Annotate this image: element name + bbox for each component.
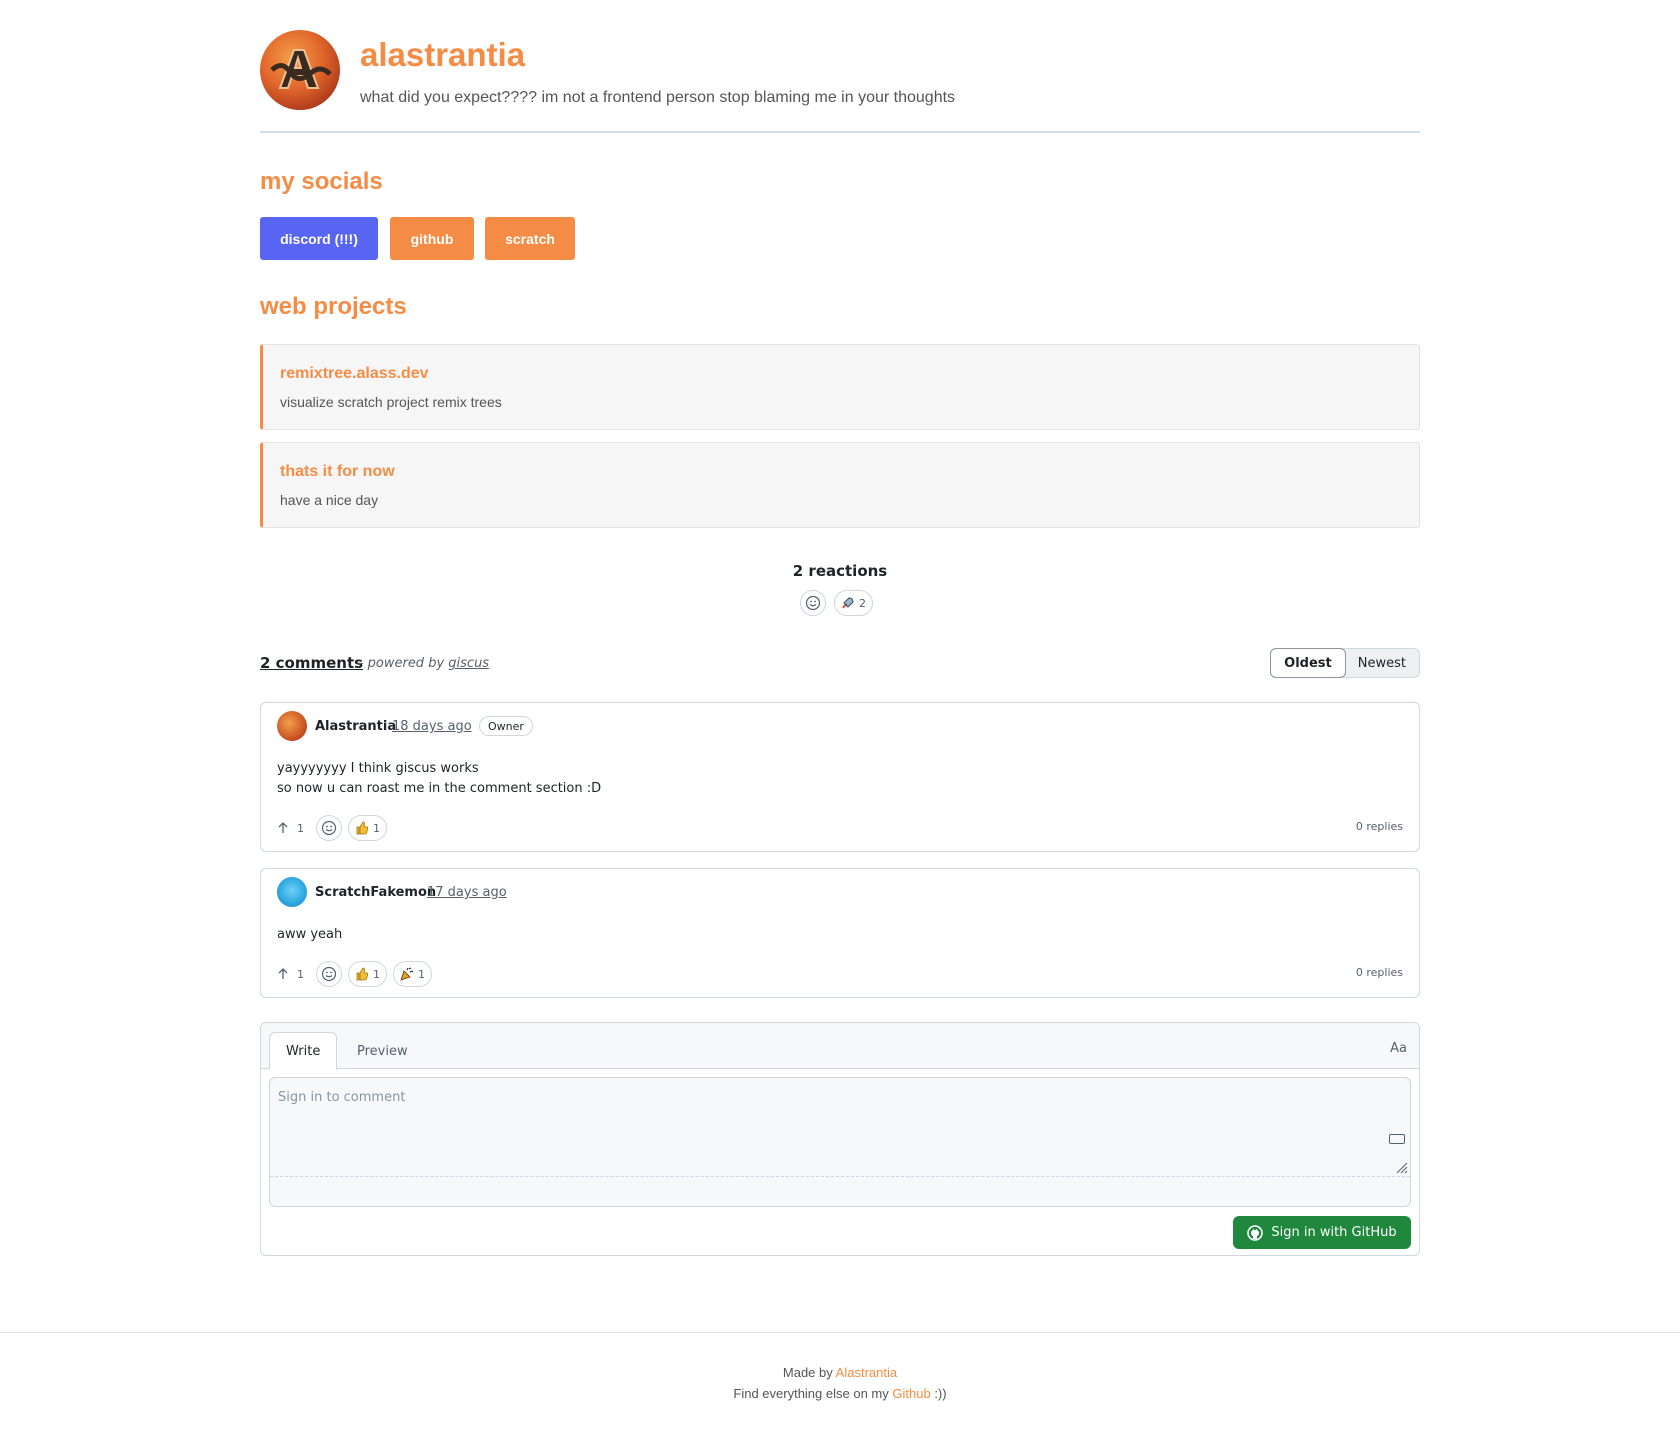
thumbs-count: 1	[373, 821, 380, 835]
comment-body: aww yeah	[277, 925, 342, 945]
sort-oldest[interactable]: Oldest	[1270, 648, 1346, 678]
smiley-icon	[321, 966, 337, 982]
replies-count: 0 replies	[1355, 966, 1403, 979]
github-icon	[1247, 1224, 1264, 1241]
rocket-count: 2	[859, 596, 866, 610]
comment-footer: 1 1 1	[277, 961, 432, 987]
powered-by: – powered by giscus	[357, 656, 489, 671]
tagline: what did you expect???? im not a fronten…	[360, 89, 956, 106]
project-title[interactable]: remixtree.alass.dev	[280, 365, 429, 383]
giscus-link[interactable]: giscus	[448, 656, 489, 671]
owner-badge: Owner	[479, 716, 533, 736]
editor-tabs: Write Preview Aa	[261, 1023, 1419, 1070]
comment-line: so now u can roast me in the comment sec…	[277, 781, 602, 796]
avatar[interactable]	[277, 877, 307, 907]
party-reaction[interactable]: 1	[393, 961, 432, 987]
reactions-title: 2 reactions	[792, 562, 888, 580]
add-reaction-button[interactable]	[316, 961, 342, 987]
upvote-count: 1	[297, 967, 304, 981]
scratch-button[interactable]: scratch	[485, 217, 575, 260]
replies-count: 0 replies	[1355, 820, 1403, 833]
smiley-icon	[805, 595, 821, 611]
profile-header: alastrantia what did you expect???? im n…	[260, 0, 1420, 133]
comment-body: yayyyyyyy I think giscus works so now u …	[277, 759, 601, 799]
markdown-icon	[1389, 1134, 1405, 1144]
tab-write[interactable]: Write	[269, 1032, 338, 1070]
comment-footer: 1 1	[277, 815, 387, 841]
projects-heading: web projects	[260, 293, 407, 320]
find-text: Find everything else on my	[733, 1386, 889, 1401]
thumbs-count: 1	[373, 967, 380, 981]
comment-author[interactable]: Alastrantia	[315, 719, 396, 734]
thumbs-up-icon	[356, 821, 369, 835]
arrow-up-icon	[278, 968, 288, 979]
thumbs-up-icon	[356, 967, 369, 981]
rocket-reaction[interactable]: 2	[834, 590, 873, 616]
rocket-icon	[842, 597, 854, 609]
upvote-button[interactable]: 1	[277, 822, 304, 835]
profile-avatar	[260, 30, 340, 110]
add-reaction-button[interactable]	[800, 590, 826, 616]
project-desc: have a nice day	[280, 492, 379, 508]
project-title[interactable]: thats it for now	[280, 463, 395, 481]
footer-find: Find everything else on my Github :))	[0, 1386, 1680, 1401]
find-suffix: :))	[934, 1386, 947, 1401]
discord-button[interactable]: discord (!!!)	[260, 217, 378, 260]
upvote-button[interactable]: 1	[277, 968, 304, 981]
comment-line: aww yeah	[277, 927, 343, 942]
party-count: 1	[418, 967, 425, 981]
comment-time[interactable]: 18 days ago	[392, 719, 472, 734]
comment-author[interactable]: ScratchFakemon	[315, 885, 436, 900]
divider	[270, 1176, 1410, 1177]
sign-in-github-button[interactable]: Sign in with GitHub	[1233, 1216, 1411, 1249]
made-by-text: Made by	[782, 1365, 833, 1380]
add-reaction-button[interactable]	[316, 815, 342, 841]
footer: Made by Alastrantia Find everything else…	[0, 1332, 1680, 1436]
text-format-button[interactable]: Aa	[1390, 1041, 1407, 1056]
avatar[interactable]	[277, 711, 307, 741]
comments-count[interactable]: 2 comments	[260, 654, 363, 672]
github-link[interactable]: Github	[892, 1386, 930, 1401]
upvote-count: 1	[297, 821, 304, 835]
sort-newest[interactable]: Newest	[1345, 649, 1419, 677]
author-link[interactable]: Alastrantia	[836, 1365, 897, 1380]
sort-toggle: Oldest Newest	[1270, 648, 1420, 678]
sign-in-label: Sign in with GitHub	[1271, 1225, 1397, 1240]
comment-time[interactable]: 17 days ago	[427, 885, 507, 900]
comment-line: yayyyyyyy I think giscus works	[277, 761, 479, 776]
party-popper-icon	[400, 967, 414, 981]
project-card[interactable]: thats it for now have a nice day	[260, 442, 1420, 528]
socials-heading: my socials	[260, 168, 383, 195]
site-title: alastrantia	[360, 36, 526, 73]
arrow-up-icon	[278, 822, 288, 833]
comment-editor: Write Preview Aa Sign in to comment Sign…	[260, 1022, 1420, 1256]
comment-input[interactable]: Sign in to comment	[269, 1077, 1411, 1207]
smiley-icon	[321, 820, 337, 836]
project-desc: visualize scratch project remix trees	[280, 394, 502, 410]
footer-made-by: Made by Alastrantia	[0, 1365, 1680, 1380]
comment-placeholder: Sign in to comment	[278, 1090, 406, 1105]
thumbs-up-reaction[interactable]: 1	[348, 961, 387, 987]
powered-prefix: – powered by	[357, 656, 445, 671]
comment: ScratchFakemon 17 days ago aww yeah 1 1	[260, 868, 1420, 998]
github-button[interactable]: github	[390, 217, 474, 260]
comment: Alastrantia 18 days ago Owner yayyyyyyy …	[260, 702, 1420, 852]
reactions-row: 2	[800, 590, 873, 616]
tab-preview[interactable]: Preview	[341, 1032, 424, 1070]
thumbs-up-reaction[interactable]: 1	[348, 815, 387, 841]
project-card[interactable]: remixtree.alass.dev visualize scratch pr…	[260, 344, 1420, 430]
resize-grip-icon[interactable]	[1394, 1160, 1408, 1174]
